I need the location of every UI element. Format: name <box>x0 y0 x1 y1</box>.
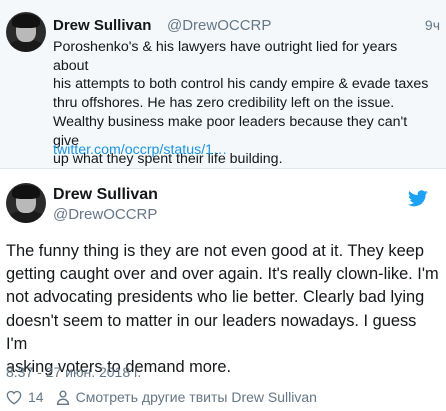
reply-time-ago[interactable]: 9ч <box>425 17 440 33</box>
reply-author-handle[interactable]: @DrewOCCRP <box>167 17 271 34</box>
tweet-footer: 14 Смотреть другие твиты Drew Sullivan <box>6 388 317 406</box>
tweet-timestamp[interactable]: 8:37 - 27 июн. 2018 г. <box>6 364 141 380</box>
tweet-author-handle[interactable]: @DrewOCCRP <box>53 206 157 223</box>
reply-author-name[interactable]: Drew Sullivan <box>53 17 151 34</box>
reply-status-link[interactable]: twitter.com/occrp/status/1… <box>53 142 227 158</box>
tweet-author-avatar[interactable] <box>6 183 46 223</box>
reply-context-tweet[interactable]: Drew Sullivan @DrewOCCRP 9ч Poroshenko's… <box>0 0 446 169</box>
tweet-author-name[interactable]: Drew Sullivan <box>53 186 158 204</box>
tweet-text: The funny thing is they are not even goo… <box>6 242 439 377</box>
author-avatar[interactable] <box>6 12 46 52</box>
like-count[interactable]: 14 <box>28 389 44 405</box>
twitter-bird-icon[interactable] <box>408 190 428 207</box>
heart-icon[interactable] <box>6 390 22 405</box>
more-tweets-link[interactable]: Смотреть другие твиты Drew Sullivan <box>76 389 317 405</box>
person-icon <box>56 390 69 405</box>
